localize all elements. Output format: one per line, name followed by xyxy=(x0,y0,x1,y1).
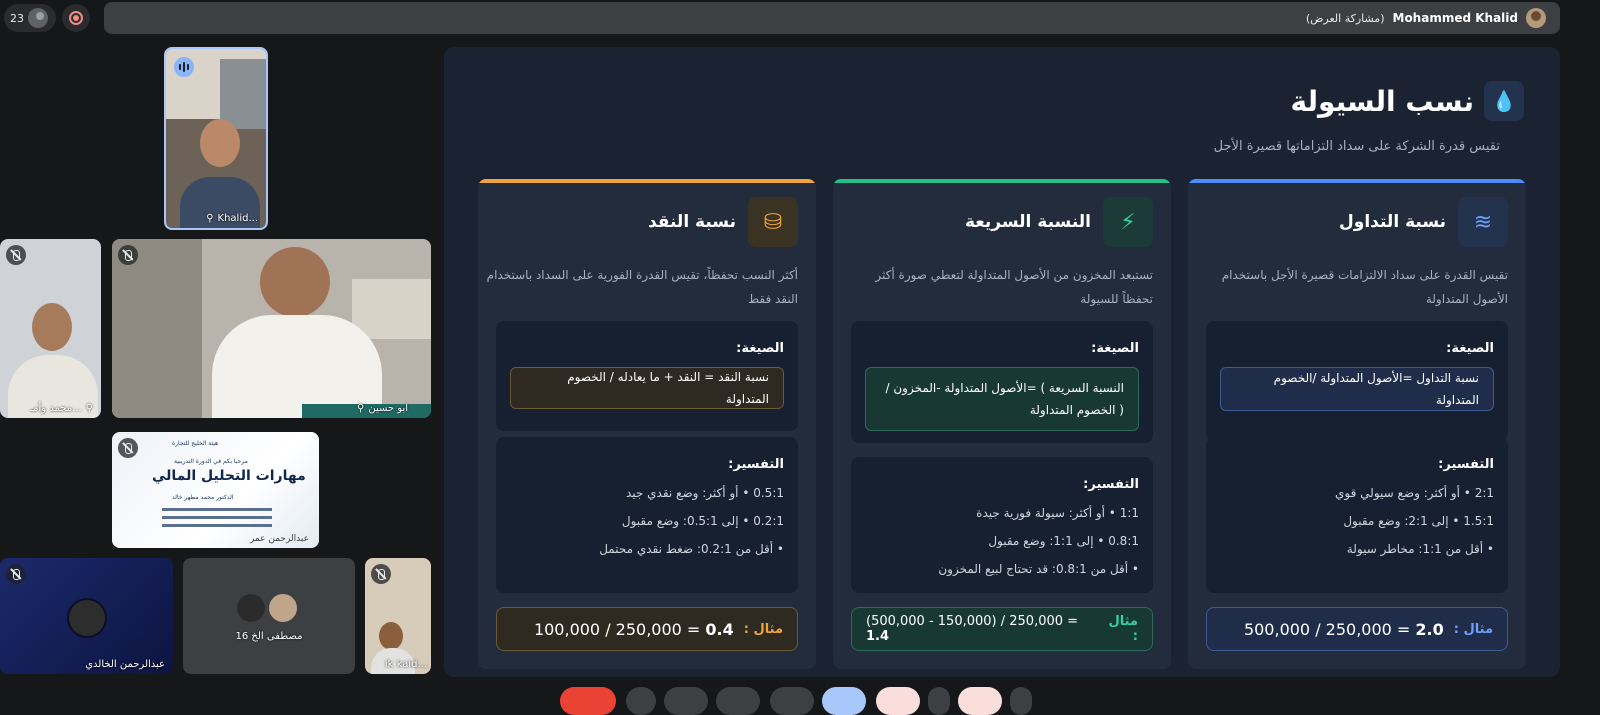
example-box: مثال : 500,000 / 250,000 = 2.0 xyxy=(1206,607,1508,651)
card-description: تقيس القدرة على سداد الالتزامات قصيرة ال… xyxy=(1221,268,1508,306)
participant-tile[interactable]: محمد وأمـ... ⚲ xyxy=(0,239,101,418)
water-drop-icon: 💧 xyxy=(1484,81,1524,121)
participant-avatar-icon xyxy=(28,8,48,28)
example-label: مثال : xyxy=(1453,621,1493,637)
presenting-bar[interactable]: (مشاركة العرض) Mohammed Khalid xyxy=(104,2,1560,34)
interpretation-label: التفسير: xyxy=(728,457,784,472)
participant-name: عبدالرحمن الخالدي xyxy=(85,659,165,670)
presenter-avatar xyxy=(1526,8,1546,28)
presenter-sub: (مشاركة العرض) xyxy=(1305,11,1385,25)
top-bar: 23 (مشاركة العرض) Mohammed Khalid xyxy=(0,0,1600,36)
speaking-indicator-icon xyxy=(174,57,194,77)
interp-item: • أقل من 0.8:1: قد تحتاج لبيع المخزون xyxy=(938,562,1139,576)
quick-ratio-card: ⚡ النسبة السريعة تستبعد المخزون من الأصو… xyxy=(833,179,1171,669)
participant-name: ik kaid... xyxy=(384,659,427,670)
participant-group-label: 16 مصطفى الخ xyxy=(235,631,303,642)
formula-box: الصيغة: النسبة السريعة ) =الأصول المتداو… xyxy=(851,321,1153,443)
card-title: نسبة التداول xyxy=(1339,212,1446,232)
pin-icon[interactable]: ⚲ xyxy=(206,213,213,224)
mic-off-icon xyxy=(6,245,26,265)
interpretation-label: التفسير: xyxy=(1083,477,1139,492)
course-title: مهارات التحليل المالي xyxy=(152,468,306,484)
interp-item: 1.5:1 • إلى 2:1: وضع مقبول xyxy=(1343,514,1494,528)
participant-tile[interactable]: عبدالرحمن الخالدي xyxy=(0,558,173,674)
interp-item: 1:1 • أو أكثر: سيولة فورية جيدة xyxy=(976,506,1139,520)
speaker-tile[interactable]: ⚲ Khalid... xyxy=(164,47,268,230)
mic-off-icon xyxy=(118,438,138,458)
example-result: 2.0 xyxy=(1415,619,1444,639)
slide-title: نسب السيولة xyxy=(1290,84,1474,118)
participant-count: 23 xyxy=(10,11,24,25)
formula-label: الصيغة: xyxy=(1446,341,1494,356)
card-title: نسبة النقد xyxy=(647,212,736,232)
formula: النسبة السريعة ) =الأصول المتداولة -المخ… xyxy=(865,367,1139,431)
pin-icon[interactable]: ⚲ xyxy=(86,403,93,414)
card-title: النسبة السريعة xyxy=(965,212,1091,232)
slide-owner-label: عبدالرحمن عمر xyxy=(249,534,309,544)
example-box: مثال : (500,000 - 150,000) / 250,000 = 1… xyxy=(851,607,1153,651)
recording-button[interactable] xyxy=(62,4,90,32)
slide-welcome: مرحبا بكم في الدورة التدريبية xyxy=(174,458,248,465)
example-expression: (500,000 - 150,000) / 250,000 = xyxy=(866,614,1079,629)
card-description: أكثر النسب تحفظاً، تقيس القدرة الفورية ع… xyxy=(486,268,798,306)
mic-off-icon xyxy=(371,564,391,584)
waves-icon: ≋ xyxy=(1458,197,1508,247)
interp-item: 0.2:1 • إلى 0.5:1: وضع مقبول xyxy=(621,514,784,528)
interp-item: 2:1 • أو أكثر: وضع سيولي قوي xyxy=(1335,486,1494,500)
example-result: 1.4 xyxy=(866,629,890,644)
interp-item: • أقل من 0.2:1: ضغط نقدي محتمل xyxy=(599,542,784,556)
example-expression: 500,000 / 250,000 = xyxy=(1243,619,1416,639)
formula-label: الصيغة: xyxy=(736,341,784,356)
example-expression: 100,000 / 250,000 = xyxy=(533,619,706,639)
interp-item: • أقل من 1:1: مخاطر سيولة xyxy=(1346,542,1494,556)
interpretation-box: التفسير: 2:1 • أو أكثر: وضع سيولي قوي 1.… xyxy=(1206,437,1508,593)
coins-icon: ⛁ xyxy=(748,197,798,247)
speaker-name: Khalid... xyxy=(217,213,258,224)
participant-name: محمد وأمـ... xyxy=(30,403,82,414)
pin-icon[interactable]: ⚲ xyxy=(357,403,364,414)
mic-off-icon xyxy=(6,564,26,584)
example-label: مثال : xyxy=(743,621,783,637)
shared-presentation: 💧 نسب السيولة تقيس قدرة الشركة على سداد … xyxy=(444,47,1560,677)
org-name: هيئة الخليج للتجارة xyxy=(172,440,219,447)
card-description: تستبعد المخزون من الأصول المتداولة لتعطي… xyxy=(875,268,1153,306)
mic-off-icon xyxy=(118,245,138,265)
formula-box: الصيغة: نسبة النقد = النقد + ما يعادله /… xyxy=(496,321,798,431)
formula-label: الصيغة: xyxy=(1091,341,1139,356)
participant-tile[interactable]: ik kaid... xyxy=(365,558,431,674)
lightning-icon: ⚡ xyxy=(1103,197,1153,247)
example-box: مثال : 100,000 / 250,000 = 0.4 xyxy=(496,607,798,651)
current-ratio-card: ≋ نسبة التداول تقيس القدرة على سداد الال… xyxy=(1188,179,1526,669)
participant-count-button[interactable]: 23 xyxy=(4,4,56,32)
participant-tile[interactable]: ⚲ ابو حسين xyxy=(112,239,431,418)
record-icon xyxy=(69,11,83,25)
example-result: 0.4 xyxy=(705,619,734,639)
interpretation-label: التفسير: xyxy=(1438,457,1494,472)
interpretation-box: التفسير: 0.5:1 • أو أكثر: وضع نقدي جيد 0… xyxy=(496,437,798,593)
formula: نسبة النقد = النقد + ما يعادله / الخصوم … xyxy=(510,367,784,409)
presenter-name: Mohammed Khalid xyxy=(1392,11,1519,25)
interpretation-box: التفسير: 1:1 • أو أكثر: سيولة فورية جيدة… xyxy=(851,457,1153,593)
interp-item: 0.8:1 • إلى 1:1: وضع مقبول xyxy=(988,534,1139,548)
shared-slide-tile[interactable]: هيئة الخليج للتجارة مرحبا بكم في الدورة … xyxy=(112,432,319,548)
slide-subtitle: تقيس قدرة الشركة على سداد التزاماتها قصي… xyxy=(1213,139,1500,154)
formula: نسبة التداول =الأصول المتداولة /الخصوم ا… xyxy=(1220,367,1494,411)
formula-box: الصيغة: نسبة التداول =الأصول المتداولة /… xyxy=(1206,321,1508,441)
example-label: مثال : xyxy=(1108,614,1138,644)
cash-ratio-card: ⛁ نسبة النقد أكثر النسب تحفظاً، تقيس الق… xyxy=(478,179,816,669)
participant-tile[interactable]: 16 مصطفى الخ xyxy=(183,558,355,674)
interp-item: 0.5:1 • أو أكثر: وضع نقدي جيد xyxy=(625,486,784,500)
course-presenter: الدكتور محمد مطهر خالد xyxy=(172,494,234,501)
participant-name: ابو حسين xyxy=(368,403,408,414)
